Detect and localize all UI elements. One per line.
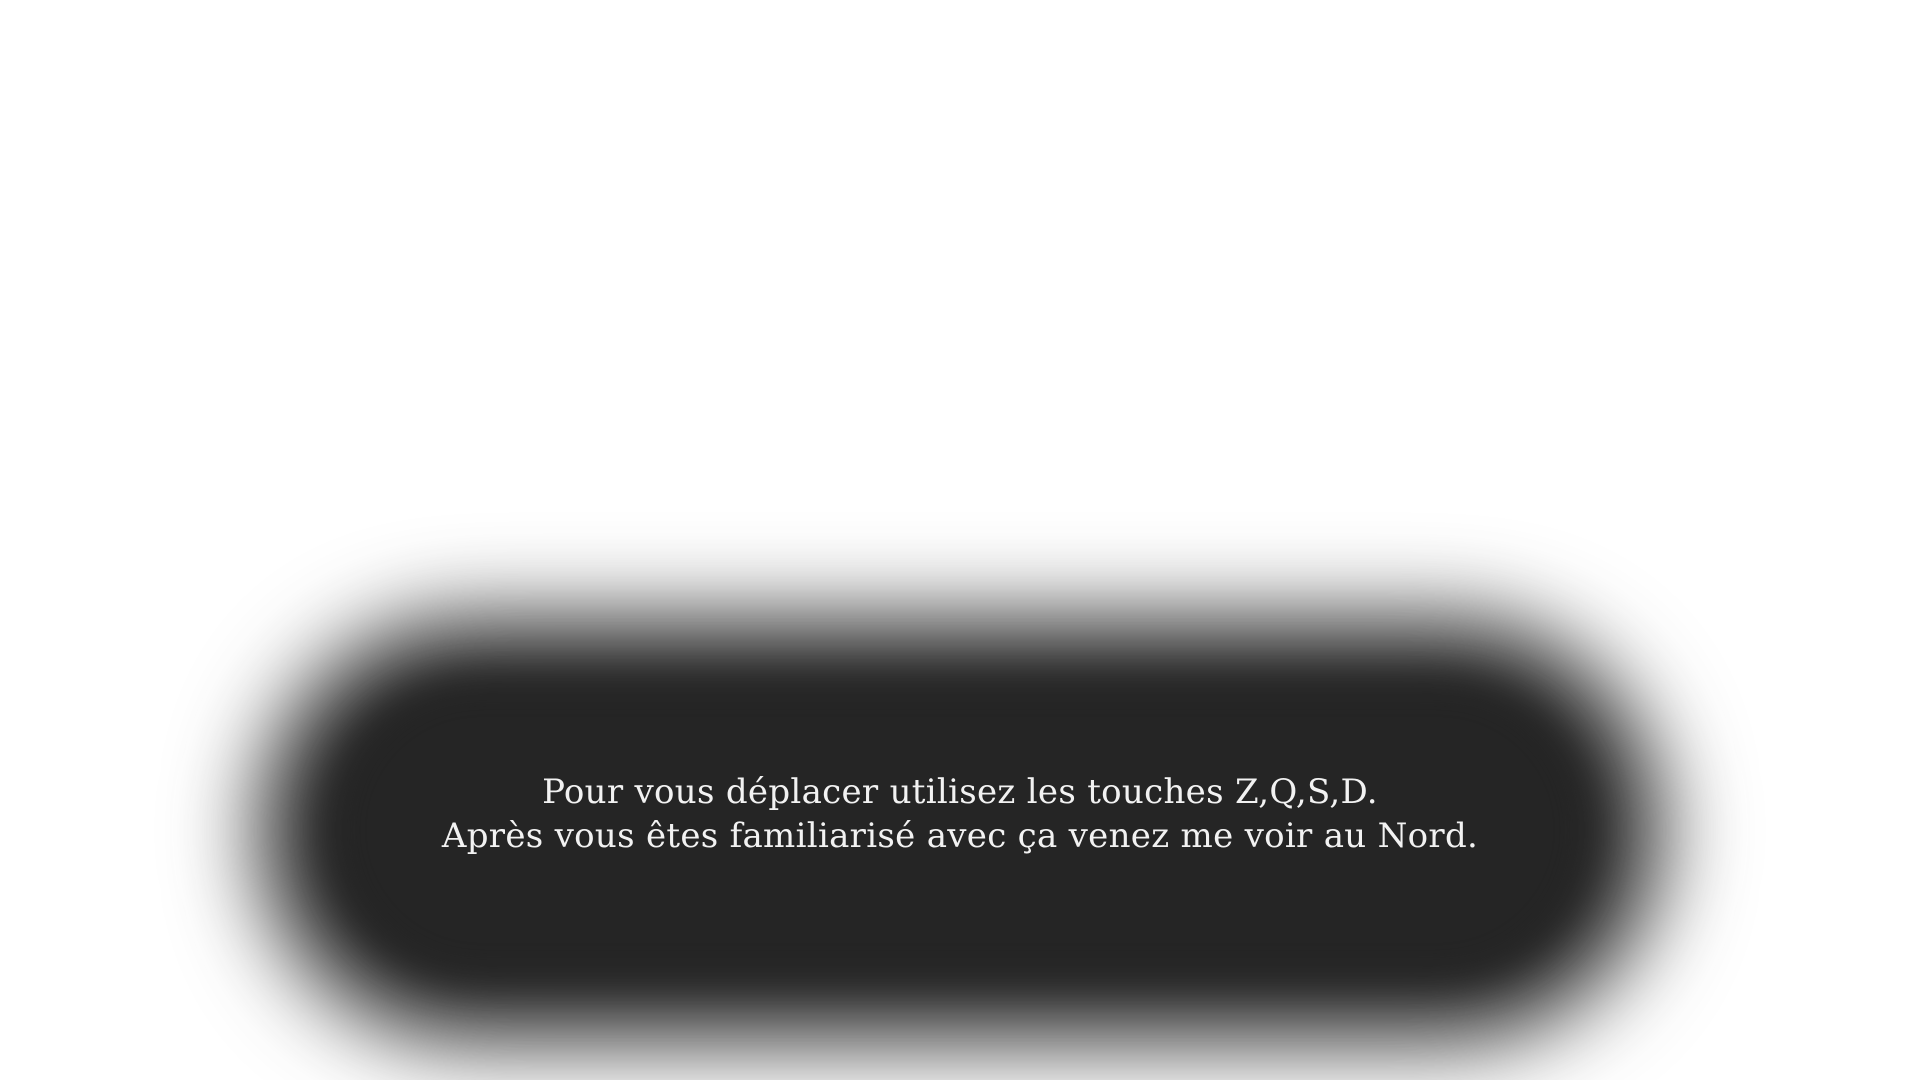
dialog-message: Pour vous déplacer utilisez les touches … bbox=[260, 770, 1660, 858]
dialog-line-2: Après vous êtes familiarisé avec ça vene… bbox=[441, 816, 1479, 856]
game-scene: Pour vous déplacer utilisez les touches … bbox=[0, 0, 1920, 1080]
dialog-line-1: Pour vous déplacer utilisez les touches … bbox=[542, 772, 1378, 812]
